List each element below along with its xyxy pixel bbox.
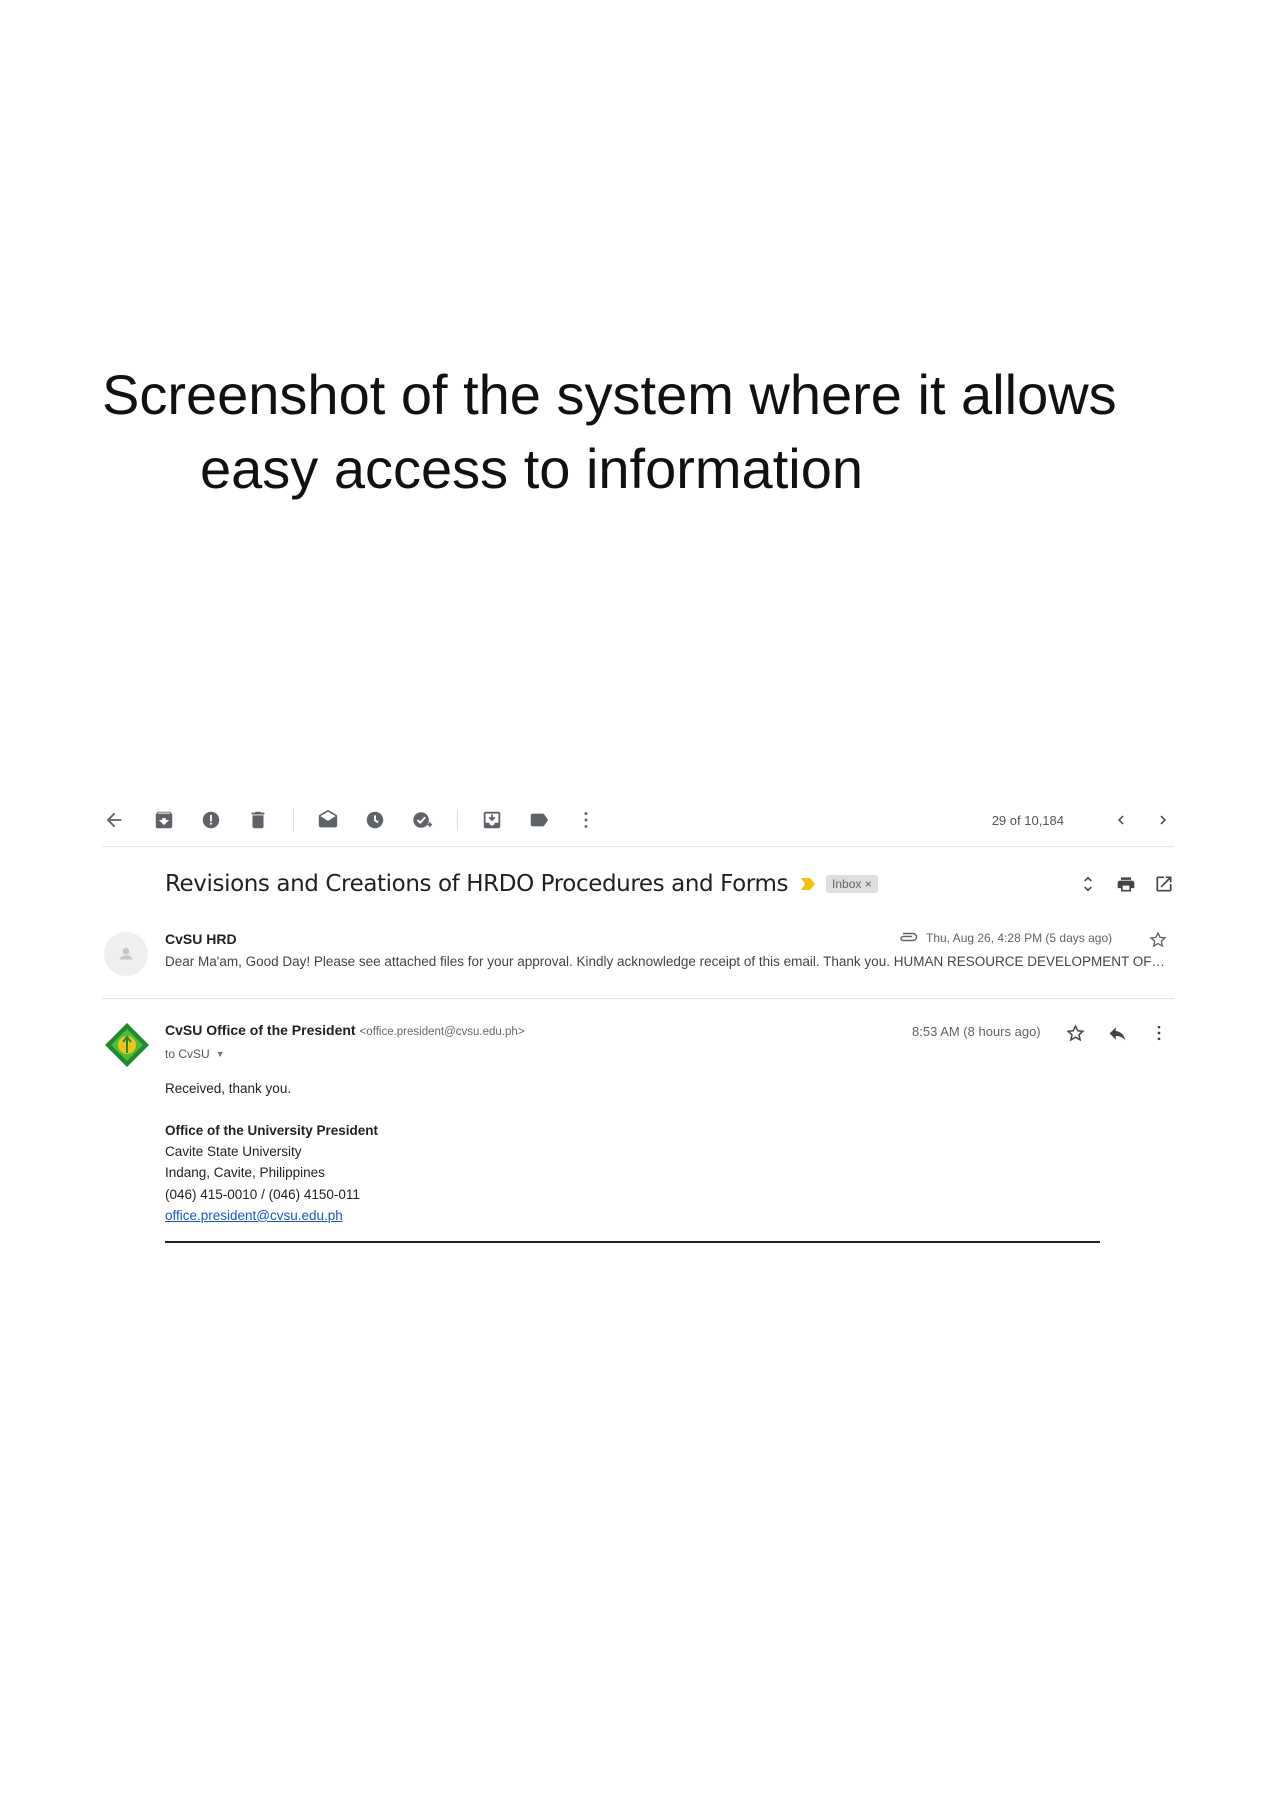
signature-org: Office of the University President (165, 1123, 379, 1138)
expand-all-icon[interactable] (1077, 873, 1099, 895)
page-caption: Screenshot of the system where it allows… (102, 358, 1182, 506)
sender-avatar (104, 932, 148, 976)
star-icon[interactable] (1148, 930, 1168, 950)
message-sender[interactable]: CvSU Office of the President <office.pres… (165, 1022, 525, 1038)
delete-icon[interactable] (246, 808, 270, 832)
toolbar-divider (457, 809, 458, 831)
email-signature: Office of the University President Cavit… (165, 1120, 378, 1226)
signature-address: Indang, Cavite, Philippines (165, 1165, 325, 1181)
cvsu-logo-avatar (104, 1022, 150, 1068)
more-vert-icon[interactable] (1147, 1021, 1171, 1045)
caption-line-2: easy access to information (200, 437, 863, 500)
sender-name: CvSU Office of the President (165, 1022, 356, 1038)
chevron-down-icon[interactable]: ▼ (216, 1049, 225, 1059)
open-new-window-icon[interactable] (1153, 873, 1175, 895)
message-counter: 29 of 10,184 (991, 812, 1064, 828)
add-task-icon[interactable] (410, 808, 434, 832)
message-body: Received, thank you. (165, 1081, 292, 1096)
email-toolbar: 29 of 10,184 (102, 800, 1174, 840)
sender-email: <office.president@cvsu.edu.ph> (359, 1026, 525, 1038)
signature-university: Cavite State University (165, 1144, 302, 1160)
snooze-icon[interactable] (363, 808, 387, 832)
message-date: Thu, Aug 26, 4:28 PM (5 days ago) (926, 931, 1113, 945)
message-sender[interactable]: CvSU HRD (165, 931, 237, 947)
toolbar-separator (102, 846, 1174, 847)
signature-email-link[interactable]: office.president@cvsu.edu.ph (165, 1208, 343, 1223)
subject-row: Revisions and Creations of HRDO Procedur… (165, 866, 1175, 902)
message-meta: Thu, Aug 26, 4:28 PM (5 days ago) (898, 931, 1112, 945)
caption-line-1: Screenshot of the system where it allows (102, 363, 1117, 426)
back-arrow-icon[interactable] (102, 808, 126, 832)
signature-phone: (046) 415-0010 / (046) 4150-011 (165, 1186, 360, 1202)
report-spam-icon[interactable] (199, 808, 223, 832)
move-to-icon[interactable] (480, 808, 504, 832)
message-snippet[interactable]: Dear Ma'am, Good Day! Please see attache… (165, 954, 1170, 969)
reply-icon[interactable] (1105, 1021, 1129, 1045)
subject-actions (1077, 873, 1175, 895)
thread-subject: Revisions and Creations of HRDO Procedur… (165, 871, 789, 897)
message-time: 8:53 AM (8 hours ago) (912, 1024, 1041, 1039)
recipient-line[interactable]: to CvSU ▼ (165, 1047, 225, 1061)
message-divider (102, 998, 1174, 999)
more-vert-icon[interactable] (574, 808, 598, 832)
signature-rule (165, 1241, 1100, 1243)
older-chevron-icon[interactable] (1152, 809, 1174, 831)
label-icon[interactable] (527, 808, 551, 832)
attachment-icon (898, 931, 918, 945)
mark-unread-icon[interactable] (316, 808, 340, 832)
newer-chevron-icon[interactable] (1110, 809, 1132, 831)
print-icon[interactable] (1115, 873, 1137, 895)
person-icon (119, 948, 133, 960)
important-marker-icon[interactable] (800, 877, 816, 891)
message-actions (1063, 1021, 1171, 1045)
recipient-text: to CvSU (165, 1047, 210, 1061)
inbox-label-chip[interactable]: Inbox × (826, 875, 878, 893)
archive-icon[interactable] (152, 808, 176, 832)
star-icon[interactable] (1063, 1021, 1087, 1045)
toolbar-divider (293, 809, 294, 831)
